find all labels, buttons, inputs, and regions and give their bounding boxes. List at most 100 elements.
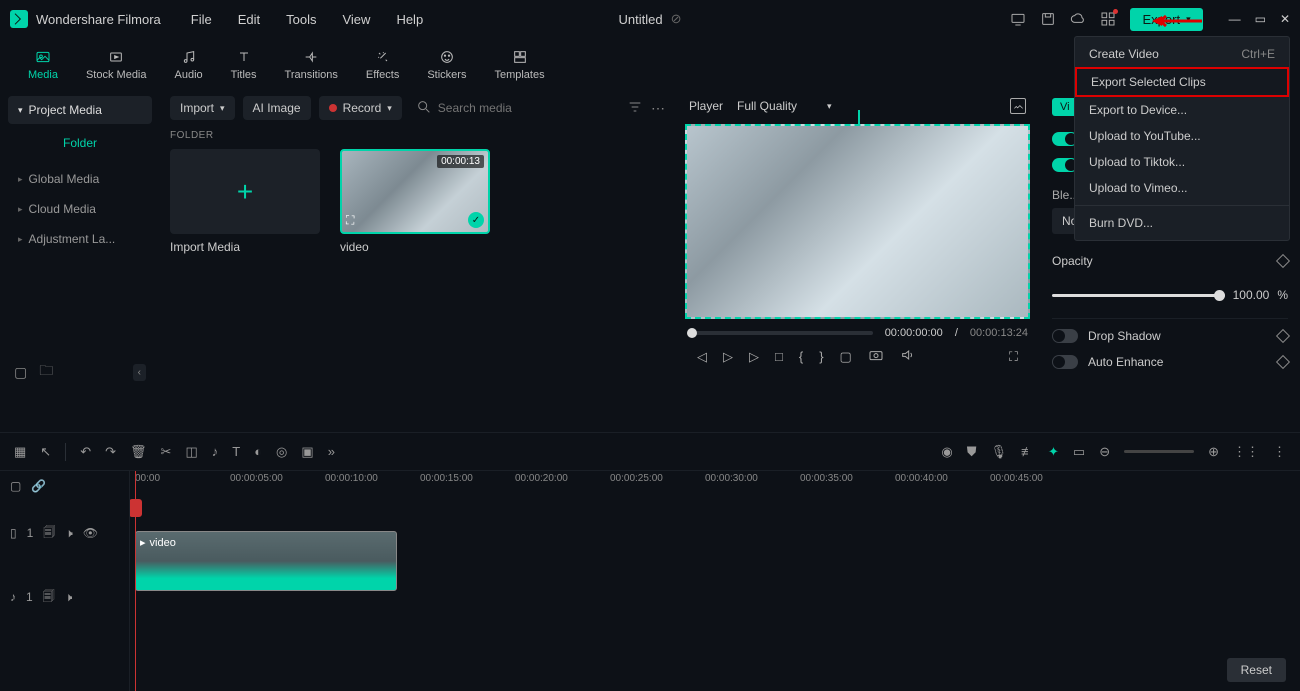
menu-edit[interactable]: Edit xyxy=(238,12,260,27)
tl-cursor-icon[interactable]: ↖ xyxy=(40,444,51,460)
burn-dvd[interactable]: Burn DVD... xyxy=(1075,210,1289,236)
window-minimize[interactable]: — xyxy=(1229,12,1241,26)
marker2-icon[interactable]: ✦ xyxy=(1048,444,1059,460)
menu-view[interactable]: View xyxy=(342,12,370,27)
export-selected-clips[interactable]: Export Selected Clips xyxy=(1075,67,1289,97)
video-media-card[interactable]: 00:00:13 ⛶ ✓ video xyxy=(340,149,490,254)
player-snapshot-icon[interactable] xyxy=(1010,98,1026,114)
camera-icon[interactable] xyxy=(868,347,884,366)
delete-icon[interactable]: 🗑 xyxy=(130,444,147,460)
record-button[interactable]: Record▾ xyxy=(319,96,402,120)
mark-in-icon[interactable]: { xyxy=(799,349,803,364)
import-button[interactable]: Import▾ xyxy=(170,96,235,120)
mark-out-icon[interactable]: } xyxy=(819,349,823,364)
tl-link-icon[interactable]: 🔗 xyxy=(31,479,46,493)
sidebar-adjustment-layer[interactable]: Adjustment La... xyxy=(8,224,152,254)
search-input[interactable] xyxy=(438,101,613,115)
tab-templates[interactable]: Templates xyxy=(480,47,558,81)
window-close[interactable]: ✕ xyxy=(1280,12,1290,26)
export-create-video[interactable]: Create Video Ctrl+E xyxy=(1075,41,1289,67)
toggle-drop-shadow[interactable] xyxy=(1052,329,1078,343)
redo-icon[interactable]: ↷ xyxy=(105,444,116,460)
apps-icon[interactable] xyxy=(1100,11,1116,27)
text-icon[interactable]: T xyxy=(232,444,240,459)
display-icon[interactable]: ▢ xyxy=(840,349,852,365)
upload-tiktok[interactable]: Upload to Tiktok... xyxy=(1075,149,1289,175)
track-mute-icon[interactable]: 🕨 xyxy=(65,590,73,605)
timeline-ruler[interactable]: 00:00 00:00:05:00 00:00:10:00 00:00:15:0… xyxy=(130,471,1300,501)
toggle-auto-enhance[interactable] xyxy=(1052,355,1078,369)
mask-icon[interactable]: ▣ xyxy=(301,444,313,460)
tab-media[interactable]: Media xyxy=(14,47,72,81)
folder-button[interactable]: Folder xyxy=(8,130,152,156)
tab-effects[interactable]: Effects xyxy=(352,47,413,81)
player-quality-select[interactable]: Full Quality▾ xyxy=(737,99,832,113)
more-tl-icon[interactable]: » xyxy=(328,444,335,459)
tab-stickers[interactable]: Stickers xyxy=(413,47,480,81)
mic-icon[interactable]: 🎙 xyxy=(990,444,1007,460)
filter-icon[interactable] xyxy=(627,99,643,118)
timeline-clip[interactable]: ▸video xyxy=(135,531,397,591)
shield-icon[interactable]: ⛊ xyxy=(967,444,977,460)
fullscreen-icon[interactable]: ⛶ xyxy=(1009,349,1018,365)
menu-help[interactable]: Help xyxy=(396,12,423,27)
track-dup-icon[interactable]: 🗐 xyxy=(43,523,55,544)
tab-audio[interactable]: Audio xyxy=(161,47,217,81)
undo-icon[interactable]: ↶ xyxy=(80,444,91,460)
upload-vimeo[interactable]: Upload to Vimeo... xyxy=(1075,175,1289,201)
collapse-sidebar-icon[interactable]: ‹ xyxy=(133,364,146,381)
screen-icon[interactable] xyxy=(1010,11,1026,27)
import-media-card[interactable]: + Import Media xyxy=(170,149,320,254)
menu-tools[interactable]: Tools xyxy=(286,12,316,27)
window-maximize[interactable]: ▭ xyxy=(1255,12,1266,26)
upload-youtube[interactable]: Upload to YouTube... xyxy=(1075,123,1289,149)
track-mute-icon[interactable]: 🕨 xyxy=(65,526,73,541)
marker-icon[interactable]: ◉ xyxy=(941,444,952,460)
volume-icon[interactable] xyxy=(900,347,916,366)
next-frame-icon[interactable]: ▷ xyxy=(749,349,759,365)
tab-titles[interactable]: Titles xyxy=(217,47,271,81)
mixer-icon[interactable]: ≢ xyxy=(1021,444,1034,459)
more-icon[interactable]: ⋯ xyxy=(651,100,665,117)
save-icon[interactable] xyxy=(1040,11,1056,27)
tl-menu-icon[interactable]: ⋮ xyxy=(1273,444,1286,460)
track-eye-icon[interactable]: 👁 xyxy=(83,526,98,540)
folder-icon[interactable]: 🗀 xyxy=(39,360,53,384)
zoom-in-icon[interactable]: ⊕ xyxy=(1208,444,1219,460)
keyframe-icon[interactable] xyxy=(1276,329,1290,343)
speed-icon[interactable]: ◐ xyxy=(254,444,262,459)
project-media-button[interactable]: ▾Project Media xyxy=(8,96,152,124)
play-icon[interactable]: ▷ xyxy=(723,349,733,365)
color-icon[interactable]: ◎ xyxy=(276,444,287,460)
menu-file[interactable]: File xyxy=(191,12,212,27)
keyframe-icon[interactable] xyxy=(1276,355,1290,369)
tab-stock-media[interactable]: Stock Media xyxy=(72,47,161,81)
keyframe-icon[interactable] xyxy=(1276,254,1290,268)
stop-icon[interactable]: □ xyxy=(775,349,783,364)
music-icon[interactable]: ♪ xyxy=(212,444,219,459)
export-to-device[interactable]: Export to Device... xyxy=(1075,97,1289,123)
new-folder-icon[interactable]: ▢ xyxy=(14,364,27,381)
prev-frame-icon[interactable]: ◁ xyxy=(697,349,707,365)
tl-grid-icon[interactable]: ▦ xyxy=(14,444,26,460)
cut-icon[interactable]: ✂ xyxy=(161,444,172,460)
crop-icon[interactable]: ◫ xyxy=(185,444,197,460)
zoom-out-icon[interactable]: ⊖ xyxy=(1099,444,1110,460)
opacity-slider[interactable] xyxy=(1052,294,1225,297)
card-expand-icon[interactable]: ⛶ xyxy=(346,213,354,228)
tl-view-icon[interactable]: ⋮⋮ xyxy=(1233,444,1259,460)
zoom-slider[interactable] xyxy=(1124,450,1194,453)
tl-add-track-icon[interactable]: ▢ xyxy=(10,479,21,493)
track-dup-icon[interactable]: 🗐 xyxy=(43,587,55,608)
video-preview[interactable] xyxy=(685,124,1030,319)
cloud-icon[interactable] xyxy=(1070,11,1086,27)
ai-image-button[interactable]: AI Image xyxy=(243,96,311,120)
video-track-header[interactable]: ▯ 1 🗐 🕨 👁 xyxy=(0,501,129,565)
tl-render-icon[interactable]: ▭ xyxy=(1073,444,1085,460)
sidebar-cloud-media[interactable]: Cloud Media xyxy=(8,194,152,224)
tab-transitions[interactable]: Transitions xyxy=(271,47,352,81)
audio-track-header[interactable]: ♪ 1 🗐 🕨 xyxy=(0,565,129,629)
playhead[interactable] xyxy=(135,471,136,691)
sidebar-global-media[interactable]: Global Media xyxy=(8,164,152,194)
seek-bar[interactable] xyxy=(687,331,873,335)
